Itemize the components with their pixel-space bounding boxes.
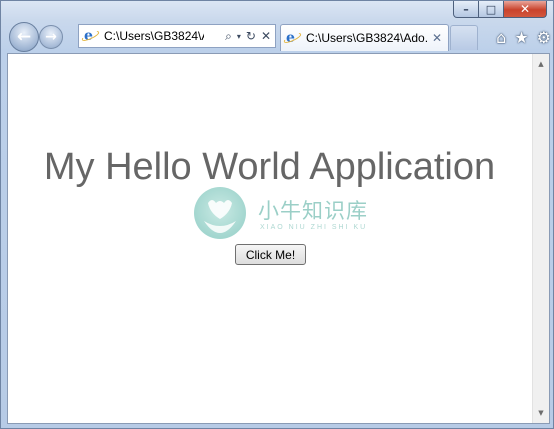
caption-buttons: – □ ✕ [453,1,547,18]
favorites-icon[interactable]: ★ [514,28,528,47]
page-content: My Hello World Application 小牛知识库 XIAO NI… [7,53,550,424]
address-bar[interactable]: e C:\Users\GB3824\A ⌕ ▾ ↻ ✕ [78,24,276,48]
close-button[interactable]: ✕ [504,1,547,18]
new-tab-button[interactable] [450,25,478,50]
address-bar-icons: ⌕ ▾ ↻ ✕ [220,29,271,44]
watermark-logo-icon [194,187,246,239]
watermark-title: 小牛知识库 [258,199,368,223]
scroll-up-icon[interactable]: ▲ [533,56,549,72]
search-icon[interactable]: ⌕ [225,29,232,44]
back-button[interactable]: ← [9,22,39,52]
tools-icon[interactable]: ⚙ [537,28,551,47]
watermark-subtitle: XIAO NIU ZHI SHI KU [260,224,368,231]
tab-title: C:\Users\GB3824\Ado... [306,31,428,45]
address-text[interactable]: C:\Users\GB3824\A [104,29,204,43]
forward-button[interactable]: → [39,25,63,49]
command-icons: ⌂ ★ ⚙ [488,28,551,47]
navigation-toolbar: ← → e C:\Users\GB3824\A ⌕ ▾ ↻ ✕ e C:\Use… [1,19,553,53]
minimize-button[interactable]: – [453,1,479,18]
browser-tab[interactable]: e C:\Users\GB3824\Ado... ✕ [280,24,449,51]
ie-tab-icon: e [286,31,300,45]
back-arrow-icon: ← [16,27,32,47]
vertical-scrollbar[interactable]: ▲ ▼ [532,54,549,423]
home-icon[interactable]: ⌂ [496,28,506,47]
dropdown-icon[interactable]: ▾ [237,32,241,41]
stop-icon[interactable]: ✕ [261,29,271,43]
maximize-button[interactable]: □ [479,1,504,18]
click-me-button[interactable]: Click Me! [235,244,306,265]
page-title: My Hello World Application [43,146,496,188]
watermark: 小牛知识库 XIAO NIU ZHI SHI KU [194,185,374,243]
ie-page-icon: e [84,29,98,43]
browser-window: – □ ✕ ← → e C:\Users\GB3824\A ⌕ ▾ ↻ ✕ e … [0,0,554,429]
forward-arrow-icon: → [45,29,57,45]
tab-close-icon[interactable]: ✕ [432,31,442,45]
scroll-down-icon[interactable]: ▼ [533,405,549,421]
refresh-icon[interactable]: ↻ [246,29,256,43]
